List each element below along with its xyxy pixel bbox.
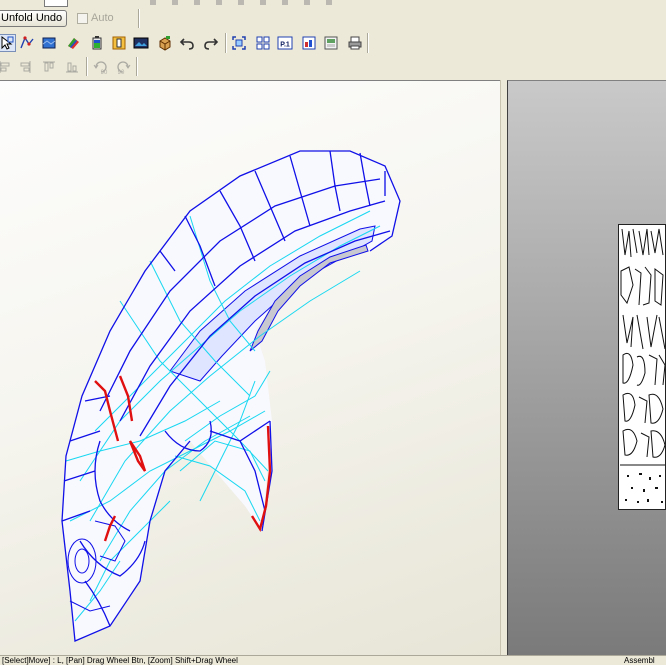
toolbar-separator (225, 33, 227, 53)
toolbar-separator (136, 57, 138, 76)
page-icon[interactable]: P.1 (276, 34, 294, 52)
fold-line-icon[interactable] (110, 34, 128, 52)
rotate-left-90-label: 90 (101, 70, 108, 75)
settings-icon[interactable] (322, 34, 340, 52)
toolbar-icons-partial (150, 0, 340, 5)
battery-icon[interactable] (88, 34, 106, 52)
print-icon[interactable] (346, 34, 364, 52)
image-icon[interactable] (132, 34, 150, 52)
toolbar-separator (86, 57, 88, 76)
toolbar-separator (367, 33, 369, 53)
rotate-right-90-label: 90 (118, 70, 125, 75)
unfold-toolbar: Unfold Undo Auto (0, 8, 666, 30)
align-right-icon[interactable] (16, 58, 34, 76)
select-arrow-icon[interactable] (0, 34, 16, 52)
align-left-icon[interactable] (0, 58, 14, 76)
auto-checkbox-box[interactable] (77, 12, 88, 24)
color-fill-icon[interactable] (64, 34, 82, 52)
align-toolbar: 90 90 (0, 56, 666, 78)
3d-model-viewport[interactable] (0, 80, 500, 656)
rotate-right-90-icon[interactable]: 90 (114, 58, 132, 76)
undo-icon[interactable] (178, 34, 196, 52)
join-edges-icon[interactable] (18, 34, 36, 52)
align-bottom-icon[interactable] (63, 58, 81, 76)
page-icon-label: P.1 (280, 42, 290, 49)
box-3d-icon[interactable] (156, 34, 174, 52)
print-preview-icon[interactable] (300, 34, 318, 52)
pattern-paper-sheet (618, 224, 666, 510)
toggle-button-partial[interactable] (44, 0, 68, 7)
redo-icon[interactable] (202, 34, 220, 52)
main-toolbar: P.1 (0, 31, 666, 55)
alien-head-wireframe (61, 150, 401, 642)
align-top-icon[interactable] (40, 58, 58, 76)
auto-checkbox[interactable]: Auto (77, 12, 114, 24)
arrange-icon[interactable] (254, 34, 272, 52)
texture-icon[interactable] (40, 34, 58, 52)
auto-checkbox-label: Auto (91, 12, 114, 24)
rotate-left-90-icon[interactable]: 90 (92, 58, 110, 76)
zoom-fit-icon[interactable] (230, 34, 248, 52)
unfolded-parts (620, 228, 665, 503)
toolbar-separator (138, 9, 140, 28)
unfold-undo-button[interactable]: Unfold Undo (0, 10, 68, 27)
